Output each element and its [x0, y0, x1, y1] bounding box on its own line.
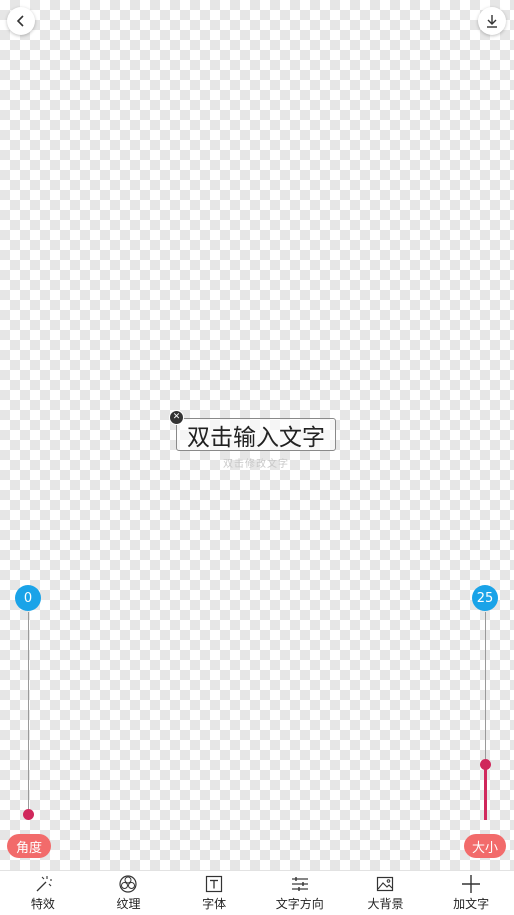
- delete-text-button[interactable]: ✕: [169, 410, 184, 425]
- back-button[interactable]: [7, 7, 35, 35]
- magic-wand-icon: [36, 876, 52, 892]
- tool-text-direction-label: 文字方向: [275, 897, 324, 911]
- bottom-toolbar: 特效 纹理 字体 文字方向 大背景 加文字: [0, 870, 514, 915]
- tool-big-background[interactable]: 大背景: [349, 874, 421, 912]
- tool-font[interactable]: 字体: [178, 874, 250, 912]
- chevron-left-icon: [16, 15, 24, 27]
- tool-add-text-label: 加文字: [453, 897, 490, 911]
- flower-icon: [119, 875, 138, 893]
- plus-icon: [462, 875, 481, 893]
- angle-slider-track[interactable]: [28, 612, 29, 820]
- image-icon: [377, 876, 394, 892]
- size-slider-fill: [484, 763, 487, 820]
- tool-add-text[interactable]: 加文字: [435, 874, 507, 912]
- angle-slider-thumb[interactable]: [23, 809, 34, 820]
- text-element[interactable]: 双击输入文字: [176, 418, 336, 451]
- close-icon: ✕: [172, 412, 181, 422]
- download-icon: [487, 15, 497, 28]
- tool-texture[interactable]: 纹理: [92, 874, 164, 912]
- sliders-icon: [291, 877, 308, 891]
- font-icon: [206, 875, 223, 893]
- text-element-content: 双击输入文字: [187, 424, 325, 451]
- download-button[interactable]: [478, 7, 506, 35]
- size-value-badge: 25: [472, 585, 498, 611]
- size-label: 大小: [464, 834, 506, 858]
- tool-texture-label: 纹理: [116, 897, 141, 911]
- tool-effects[interactable]: 特效: [7, 874, 79, 912]
- tool-effects-label: 特效: [30, 897, 55, 911]
- edit-hint: 双击修改文字: [223, 459, 289, 470]
- tool-font-label: 字体: [202, 897, 227, 911]
- angle-label: 角度: [7, 834, 51, 858]
- tool-big-background-label: 大背景: [367, 897, 404, 911]
- angle-value-badge: 0: [15, 585, 41, 611]
- tool-text-direction[interactable]: 文字方向: [264, 874, 336, 912]
- size-slider-thumb[interactable]: [480, 758, 491, 770]
